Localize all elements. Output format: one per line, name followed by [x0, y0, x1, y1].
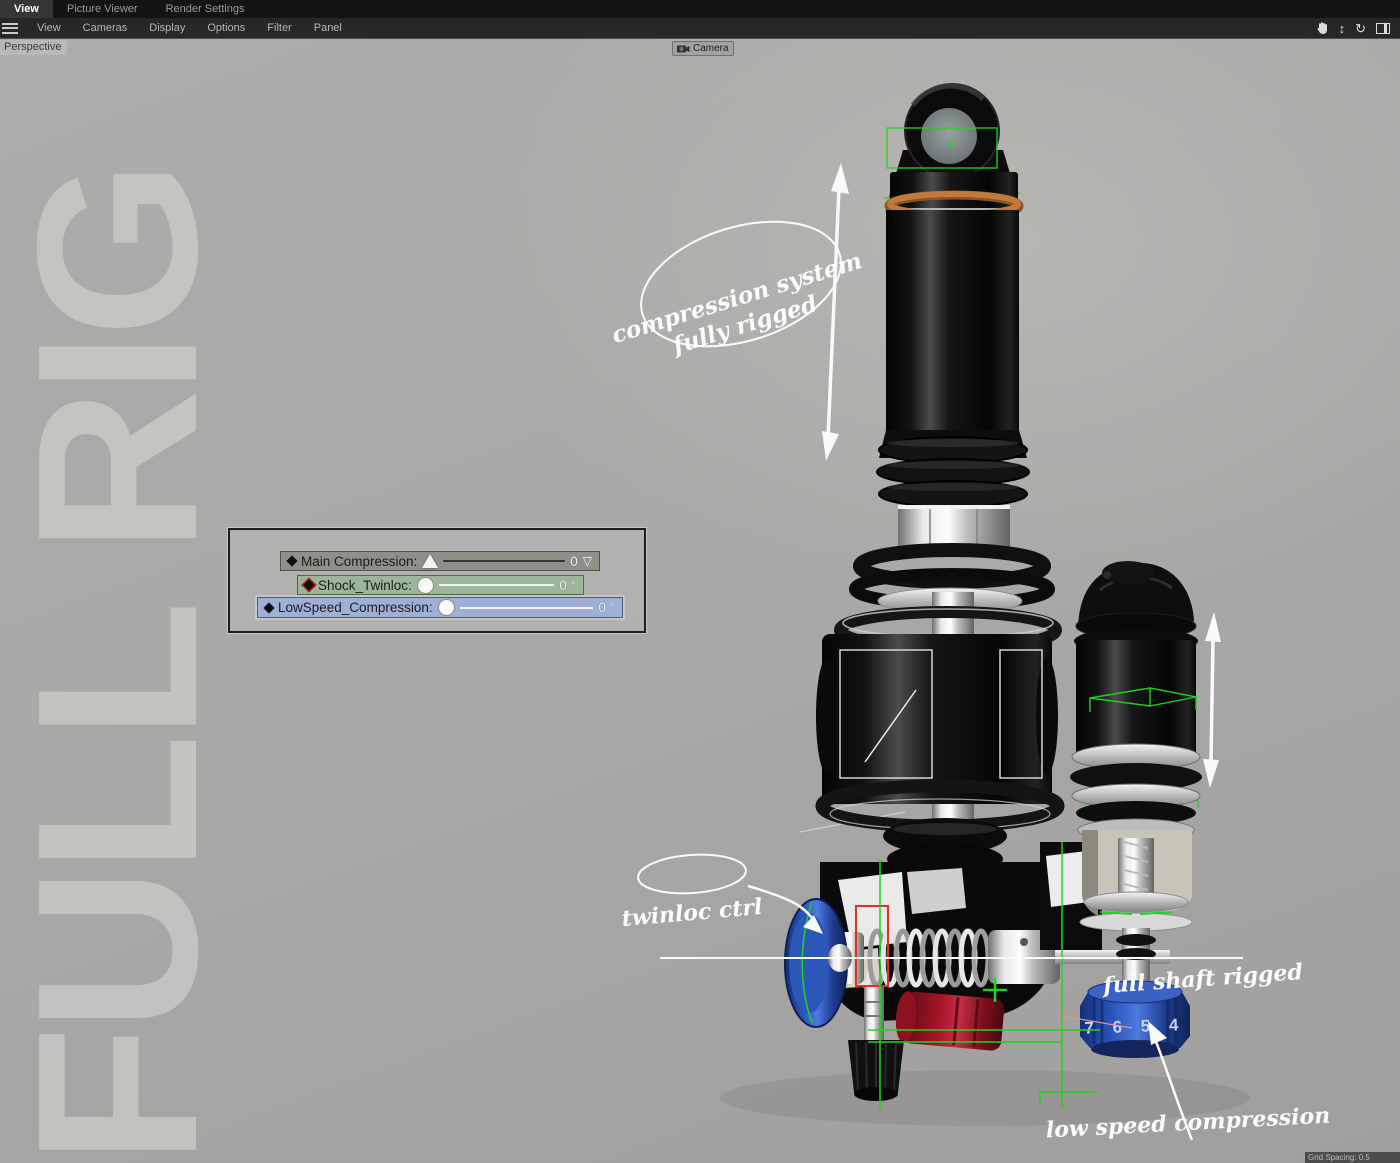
tab-view[interactable]: View	[0, 0, 53, 18]
viewport-nav-icons: ↕ ↻	[1315, 21, 1400, 35]
projection-label: Perspective	[0, 40, 67, 55]
slider-triangle-handle[interactable]	[422, 554, 438, 568]
slider-label: LowSpeed_Compression:	[278, 600, 433, 615]
menu-cameras[interactable]: Cameras	[72, 22, 139, 34]
menu-view[interactable]: View	[26, 22, 72, 34]
dropdown-arrow-icon[interactable]: ▽	[583, 555, 592, 567]
slider-knob-handle[interactable]	[438, 599, 455, 616]
hamburger-menu-icon[interactable]	[2, 23, 18, 34]
hud-slider-panel: Main Compression: 0 ▽ Shock_Twinloc: 0 °…	[228, 528, 646, 633]
hud-slider-lowspeed-compression[interactable]: LowSpeed_Compression: 0 °	[257, 597, 623, 618]
rotate-icon[interactable]: ↻	[1355, 22, 1366, 35]
slider-knob-handle[interactable]	[417, 577, 434, 594]
slider-track[interactable]	[439, 584, 555, 586]
viewport-3d[interactable]: Perspective Camera FULL RIG	[0, 38, 1400, 1163]
keyframe-diamond-icon[interactable]	[286, 555, 297, 566]
slider-value: 0 °	[598, 600, 615, 615]
grid-spacing-status: Grid Spacing: 0.5	[1305, 1152, 1400, 1163]
viewport-menu-bar: View Cameras Display Options Filter Pane…	[0, 18, 1400, 39]
menu-options[interactable]: Options	[196, 22, 256, 34]
pan-hand-icon[interactable]	[1315, 21, 1329, 35]
slider-value: 0 °	[559, 578, 576, 593]
camera-hud-label: Camera	[693, 43, 729, 54]
slider-label: Shock_Twinloc:	[318, 578, 412, 593]
tab-picture-viewer[interactable]: Picture Viewer	[53, 0, 152, 18]
tab-render-settings[interactable]: Render Settings	[152, 0, 259, 18]
slider-value: 0	[570, 554, 578, 569]
application-window: View Picture Viewer Render Settings View…	[0, 0, 1400, 1163]
slider-track[interactable]	[460, 607, 594, 609]
slider-track[interactable]	[443, 560, 565, 562]
keyframe-diamond-icon[interactable]	[263, 602, 274, 613]
layout-tab-bar: View Picture Viewer Render Settings	[0, 0, 1400, 18]
slider-label: Main Compression:	[301, 554, 417, 569]
menu-filter[interactable]: Filter	[256, 22, 302, 34]
hud-slider-main-compression[interactable]: Main Compression: 0 ▽	[280, 551, 600, 571]
annotation-overlay	[0, 38, 1400, 1163]
camera-hud-pill[interactable]: Camera	[672, 41, 734, 56]
menu-display[interactable]: Display	[138, 22, 196, 34]
keyframe-diamond-icon[interactable]	[303, 579, 314, 590]
menu-panel[interactable]: Panel	[303, 22, 353, 34]
camera-icon	[677, 44, 690, 53]
hud-slider-shock-twinloc[interactable]: Shock_Twinloc: 0 °	[297, 575, 584, 595]
toggle-view-icon[interactable]	[1376, 23, 1390, 34]
dolly-icon[interactable]: ↕	[1339, 22, 1346, 35]
